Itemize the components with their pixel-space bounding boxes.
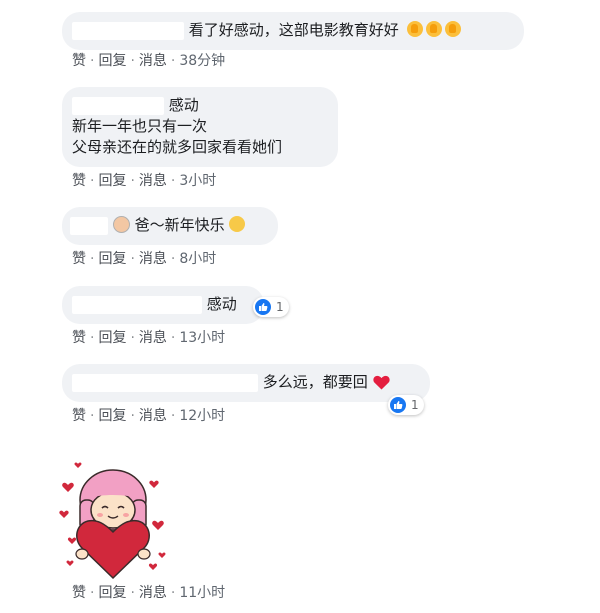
comment-actions-3: 赞 · 回复 · 消息 · 8小时 xyxy=(72,251,217,267)
heart-girl-sticker[interactable] xyxy=(58,448,168,580)
comment-timestamp[interactable]: 8小时 xyxy=(179,251,216,267)
thumbs-up-emoji-icon xyxy=(425,21,442,37)
reaction-count: 1 xyxy=(411,398,419,412)
comment-actions-4: 赞 · 回复 · 消息 · 13小时 xyxy=(72,330,226,346)
like-button[interactable]: 赞 xyxy=(72,173,86,189)
reply-button[interactable]: 回复 xyxy=(98,330,126,346)
thumbs-up-emoji-icon xyxy=(444,21,461,37)
comment-text-line-2: 新年一年也只有一次 xyxy=(72,117,208,135)
comment-actions-2: 赞 · 回复 · 消息 · 3小时 xyxy=(72,173,217,189)
like-reaction-icon xyxy=(255,299,271,315)
message-button[interactable]: 消息 xyxy=(139,585,167,601)
comment-bubble-1: 看了好感动，这部电影教育好好 xyxy=(62,12,524,50)
comment-text: 看了好感动，这部电影教育好好 xyxy=(188,21,399,39)
like-reaction-icon xyxy=(390,397,406,413)
reply-button[interactable]: 回复 xyxy=(98,53,126,69)
like-button[interactable]: 赞 xyxy=(72,585,86,601)
thumbs-up-emoji-icon xyxy=(406,21,423,37)
comment-timestamp[interactable]: 3小时 xyxy=(179,173,216,189)
red-heart-emoji-icon xyxy=(372,375,390,394)
comment-text-line-1: 感动 xyxy=(168,96,199,114)
reaction-summary[interactable]: 1 xyxy=(253,297,289,317)
old-man-emoji-icon xyxy=(112,216,130,233)
reply-button[interactable]: 回复 xyxy=(98,585,126,601)
message-button[interactable]: 消息 xyxy=(139,330,167,346)
message-button[interactable]: 消息 xyxy=(139,173,167,189)
commenter-name-hidden[interactable] xyxy=(72,96,164,115)
comment-bubble-4: 感动 xyxy=(62,286,264,324)
message-button[interactable]: 消息 xyxy=(139,251,167,267)
reaction-count: 1 xyxy=(276,300,284,314)
like-button[interactable]: 赞 xyxy=(72,251,86,267)
like-button[interactable]: 赞 xyxy=(72,408,86,424)
comment-bubble-2: 感动 新年一年也只有一次 父母亲还在的就多回家看看她们 xyxy=(62,87,338,167)
reaction-summary[interactable]: 1 xyxy=(388,395,424,415)
message-button[interactable]: 消息 xyxy=(139,408,167,424)
comment-actions-6: 赞 · 回复 · 消息 · 11小时 xyxy=(72,585,226,601)
comment-bubble-3: 爸～新年快乐 xyxy=(62,207,278,245)
message-button[interactable]: 消息 xyxy=(139,53,167,69)
comment-text: 感动 xyxy=(206,295,237,313)
commenter-name-hidden[interactable] xyxy=(72,373,258,392)
commenter-name-hidden[interactable] xyxy=(72,21,184,40)
comment-text: 爸～新年快乐 xyxy=(134,216,225,234)
comment-actions-1: 赞 · 回复 · 消息 · 38分钟 xyxy=(72,53,226,69)
reply-button[interactable]: 回复 xyxy=(98,408,126,424)
reply-button[interactable]: 回复 xyxy=(98,251,126,267)
comment-text: 多么远，都要回 xyxy=(262,373,368,391)
commenter-name-hidden[interactable] xyxy=(72,295,202,314)
comment-bubble-5: 多么远，都要回 xyxy=(62,364,430,402)
sad-face-emoji-icon xyxy=(229,216,246,232)
reply-button[interactable]: 回复 xyxy=(98,173,126,189)
commenter-name-hidden[interactable] xyxy=(70,216,108,235)
like-button[interactable]: 赞 xyxy=(72,53,86,69)
comment-timestamp[interactable]: 13小时 xyxy=(179,330,225,346)
comment-timestamp[interactable]: 11小时 xyxy=(179,585,225,601)
comment-timestamp[interactable]: 12小时 xyxy=(179,408,225,424)
comment-timestamp[interactable]: 38分钟 xyxy=(179,53,225,69)
comment-text-line-3: 父母亲还在的就多回家看看她们 xyxy=(72,138,283,156)
comment-actions-5: 赞 · 回复 · 消息 · 12小时 xyxy=(72,408,226,424)
like-button[interactable]: 赞 xyxy=(72,330,86,346)
